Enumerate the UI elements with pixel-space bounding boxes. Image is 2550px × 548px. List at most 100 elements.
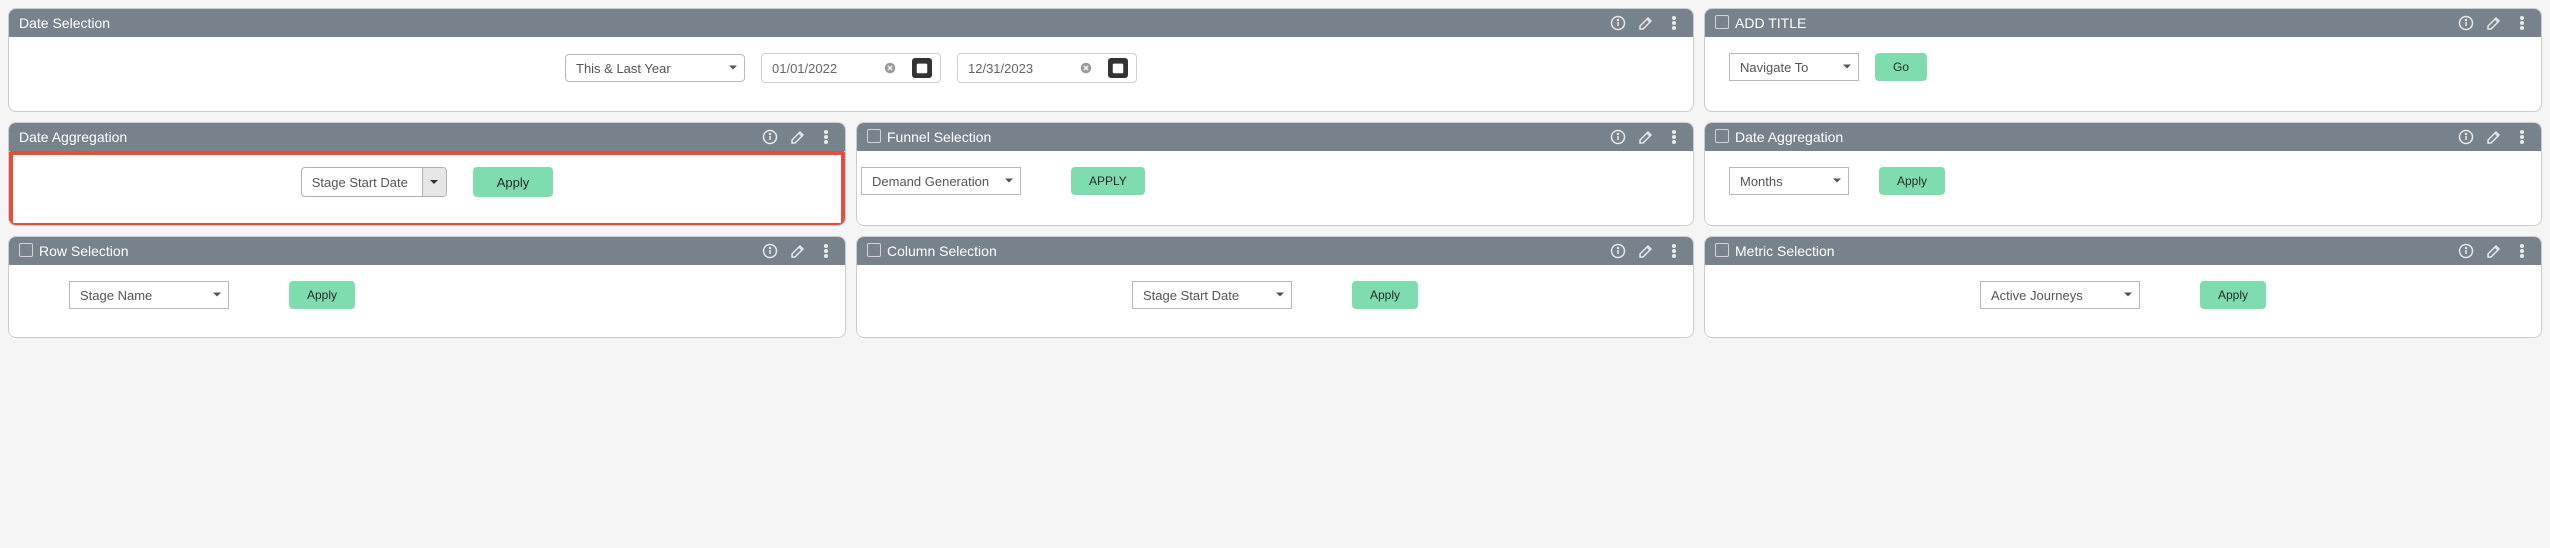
panel-title: Date Aggregation: [1735, 129, 1843, 145]
panel-body: This & Last Year 01/01/2022 12/31/2023: [9, 37, 1693, 111]
navigate-to-select[interactable]: Navigate To: [1729, 53, 1859, 81]
apply-button[interactable]: Apply: [289, 281, 355, 309]
info-icon[interactable]: [2457, 14, 2475, 32]
date-aggregation-panel-2: Date Aggregation Months Apply: [1704, 122, 2542, 226]
panel-title: Metric Selection: [1735, 243, 1835, 259]
select-text: Stage Start Date: [302, 168, 422, 196]
edit-icon[interactable]: [2485, 14, 2503, 32]
caret-down-icon: [1275, 288, 1285, 303]
apply-button[interactable]: Apply: [2200, 281, 2266, 309]
title-box-icon: [1715, 15, 1729, 32]
caret-down-icon: [2123, 288, 2133, 303]
clear-icon[interactable]: [880, 58, 900, 78]
metric-selection-panel: Metric Selection Active Journeys Apply: [1704, 236, 2542, 338]
panel-title: Date Selection: [19, 15, 110, 31]
panel-header: Row Selection: [9, 237, 845, 265]
start-date-input[interactable]: 01/01/2022: [761, 53, 941, 83]
panel-header: Funnel Selection: [857, 123, 1693, 151]
info-icon[interactable]: [1609, 14, 1627, 32]
apply-button[interactable]: Apply: [1879, 167, 1945, 195]
go-button[interactable]: Go: [1875, 53, 1927, 81]
caret-down-icon: [1842, 60, 1852, 75]
stage-start-date-select[interactable]: Stage Start Date: [301, 167, 447, 197]
calendar-icon[interactable]: [1108, 58, 1128, 78]
select-text: Active Journeys: [1981, 288, 2111, 303]
more-icon[interactable]: [2513, 242, 2531, 260]
panel-title: Funnel Selection: [887, 129, 991, 145]
funnel-select[interactable]: Demand Generation: [861, 167, 1021, 195]
title-box-icon: [19, 243, 33, 260]
more-icon[interactable]: [1665, 242, 1683, 260]
panel-title: Row Selection: [39, 243, 129, 259]
edit-icon[interactable]: [789, 128, 807, 146]
more-icon[interactable]: [817, 242, 835, 260]
clear-icon[interactable]: [1076, 58, 1096, 78]
panel-body: Stage Start Date Apply: [9, 151, 845, 225]
title-box-icon: [867, 129, 881, 146]
panel-header: Metric Selection: [1705, 237, 2541, 265]
panel-header: Date Aggregation: [9, 123, 845, 151]
title-box-icon: [867, 243, 881, 260]
more-icon[interactable]: [1665, 14, 1683, 32]
select-text: This & Last Year: [566, 61, 699, 76]
column-select[interactable]: Stage Start Date: [1132, 281, 1292, 309]
column-selection-panel: Column Selection Stage Start Date Apply: [856, 236, 1694, 338]
select-text: Navigate To: [1730, 60, 1836, 75]
caret-down-icon: [212, 288, 222, 303]
date-aggregation-panel-1: Date Aggregation Stage Start Date Apply: [8, 122, 846, 226]
more-icon[interactable]: [817, 128, 835, 146]
panel-body: Months Apply: [1705, 151, 2541, 223]
metric-select[interactable]: Active Journeys: [1980, 281, 2140, 309]
edit-icon[interactable]: [1637, 128, 1655, 146]
panel-header: Date Aggregation: [1705, 123, 2541, 151]
more-icon[interactable]: [1665, 128, 1683, 146]
months-select[interactable]: Months: [1729, 167, 1849, 195]
edit-icon[interactable]: [2485, 128, 2503, 146]
edit-icon[interactable]: [2485, 242, 2503, 260]
select-text: Months: [1730, 174, 1811, 189]
info-icon[interactable]: [2457, 242, 2475, 260]
panel-header: Date Selection: [9, 9, 1693, 37]
panel-header: Column Selection: [857, 237, 1693, 265]
row-select[interactable]: Stage Name: [69, 281, 229, 309]
date-value: 12/31/2023: [968, 61, 1033, 76]
more-icon[interactable]: [2513, 128, 2531, 146]
select-text: Stage Start Date: [1133, 288, 1267, 303]
add-title-panel: ADD TITLE Navigate To Go: [1704, 8, 2542, 112]
apply-button[interactable]: APPLY: [1071, 167, 1145, 195]
info-icon[interactable]: [1609, 128, 1627, 146]
funnel-selection-panel: Funnel Selection Demand Generation APPLY: [856, 122, 1694, 226]
calendar-icon[interactable]: [912, 58, 932, 78]
caret-down-icon: [728, 61, 738, 76]
title-box-icon: [1715, 243, 1729, 260]
dropdown-toggle[interactable]: [422, 168, 446, 196]
panel-title: Date Aggregation: [19, 129, 127, 145]
row-selection-panel: Row Selection Stage Name Apply: [8, 236, 846, 338]
panel-body: Navigate To Go: [1705, 37, 2541, 109]
more-icon[interactable]: [2513, 14, 2531, 32]
date-range-select[interactable]: This & Last Year: [565, 54, 745, 82]
edit-icon[interactable]: [1637, 242, 1655, 260]
panel-body: Stage Name Apply: [9, 265, 845, 337]
apply-button[interactable]: Apply: [473, 167, 554, 197]
title-box-icon: [1715, 129, 1729, 146]
end-date-input[interactable]: 12/31/2023: [957, 53, 1137, 83]
edit-icon[interactable]: [1637, 14, 1655, 32]
panel-title: ADD TITLE: [1735, 15, 1806, 31]
panel-title: Column Selection: [887, 243, 997, 259]
select-text: Demand Generation: [862, 174, 1017, 189]
info-icon[interactable]: [761, 242, 779, 260]
caret-down-icon: [1832, 174, 1842, 189]
info-icon[interactable]: [761, 128, 779, 146]
panel-body: Active Journeys Apply: [1705, 265, 2541, 337]
apply-button[interactable]: Apply: [1352, 281, 1418, 309]
panel-body: Demand Generation APPLY: [857, 151, 1693, 223]
panel-body: Stage Start Date Apply: [857, 265, 1693, 337]
date-value: 01/01/2022: [772, 61, 837, 76]
select-text: Stage Name: [70, 288, 180, 303]
date-selection-panel: Date Selection This & Last Year 01/01/20…: [8, 8, 1694, 112]
edit-icon[interactable]: [789, 242, 807, 260]
info-icon[interactable]: [2457, 128, 2475, 146]
info-icon[interactable]: [1609, 242, 1627, 260]
panel-header: ADD TITLE: [1705, 9, 2541, 37]
